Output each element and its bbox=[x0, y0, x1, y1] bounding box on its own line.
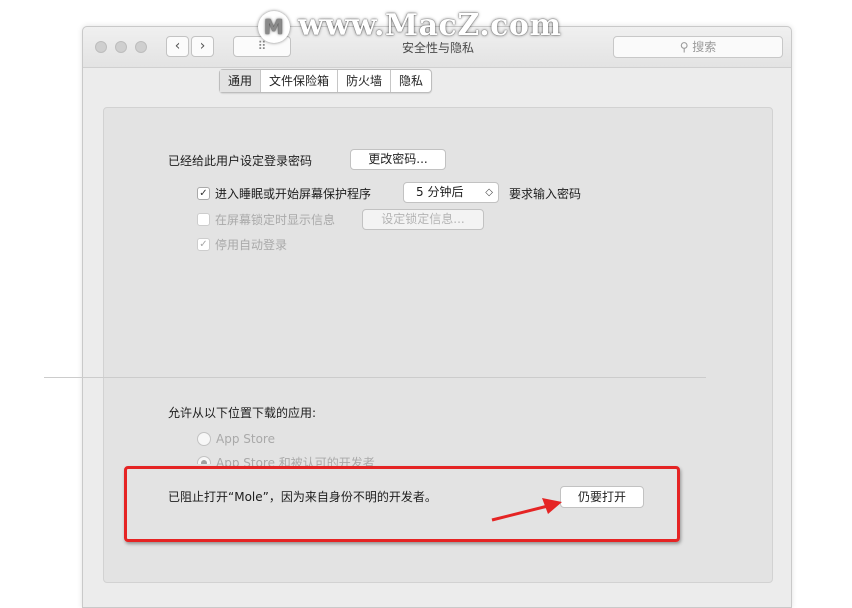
change-password-button[interactable]: 更改密码... bbox=[350, 149, 446, 170]
tab-privacy[interactable]: 隐私 bbox=[391, 70, 431, 92]
checkmark-icon: ✓ bbox=[199, 239, 208, 250]
search-field[interactable]: ⚲ 搜索 bbox=[613, 36, 783, 58]
allow-apps-heading: 允许从以下位置下载的应用: bbox=[168, 406, 317, 420]
watermark-text: www.MacZ.com bbox=[298, 8, 562, 43]
section-divider bbox=[44, 377, 706, 378]
password-delay-value: 5 分钟后 bbox=[416, 185, 464, 199]
show-message-checkbox[interactable] bbox=[197, 213, 210, 226]
require-password-suffix: 要求输入密码 bbox=[509, 187, 582, 201]
back-button[interactable]: ‹ bbox=[166, 36, 189, 57]
disable-auto-login-checkbox[interactable]: ✓ bbox=[197, 238, 210, 251]
require-password-label: 进入睡眠或开始屏幕保护程序 bbox=[215, 187, 372, 201]
tab-bar: 通用 文件保险箱 防火墙 隐私 bbox=[219, 69, 433, 93]
zoom-window-icon[interactable] bbox=[135, 41, 147, 53]
close-window-icon[interactable] bbox=[95, 41, 107, 53]
popup-arrows-icon: ◇ bbox=[485, 187, 493, 198]
tab-general[interactable]: 通用 bbox=[220, 70, 262, 92]
macz-logo-icon: M bbox=[258, 11, 290, 43]
red-highlight-box bbox=[124, 466, 680, 542]
login-password-label: 已经给此用户设定登录密码 bbox=[168, 154, 313, 168]
tab-firewall[interactable]: 防火墙 bbox=[338, 70, 392, 92]
checkmark-icon: ✓ bbox=[199, 188, 208, 199]
radio-app-store[interactable] bbox=[197, 432, 211, 446]
search-icon: ⚲ bbox=[679, 40, 693, 54]
forward-button[interactable]: › bbox=[191, 36, 214, 57]
tab-filevault[interactable]: 文件保险箱 bbox=[261, 70, 339, 92]
watermark: Mwww.MacZ.com bbox=[258, 8, 562, 46]
radio-app-store-identified-label: App Store 和被认可的开发者 bbox=[216, 456, 375, 466]
require-password-checkbox[interactable]: ✓ bbox=[197, 187, 210, 200]
minimize-window-icon[interactable] bbox=[115, 41, 127, 53]
red-arrow-icon bbox=[491, 498, 562, 522]
radio-app-store-label: App Store bbox=[216, 432, 275, 446]
search-placeholder: 搜索 bbox=[692, 40, 717, 54]
show-message-label: 在屏幕锁定时显示信息 bbox=[215, 213, 336, 227]
password-delay-popup[interactable]: 5 分钟后 ◇ bbox=[403, 182, 499, 203]
set-lock-message-button[interactable]: 设定锁定信息... bbox=[362, 209, 484, 230]
disable-auto-login-label: 停用自动登录 bbox=[215, 238, 288, 252]
